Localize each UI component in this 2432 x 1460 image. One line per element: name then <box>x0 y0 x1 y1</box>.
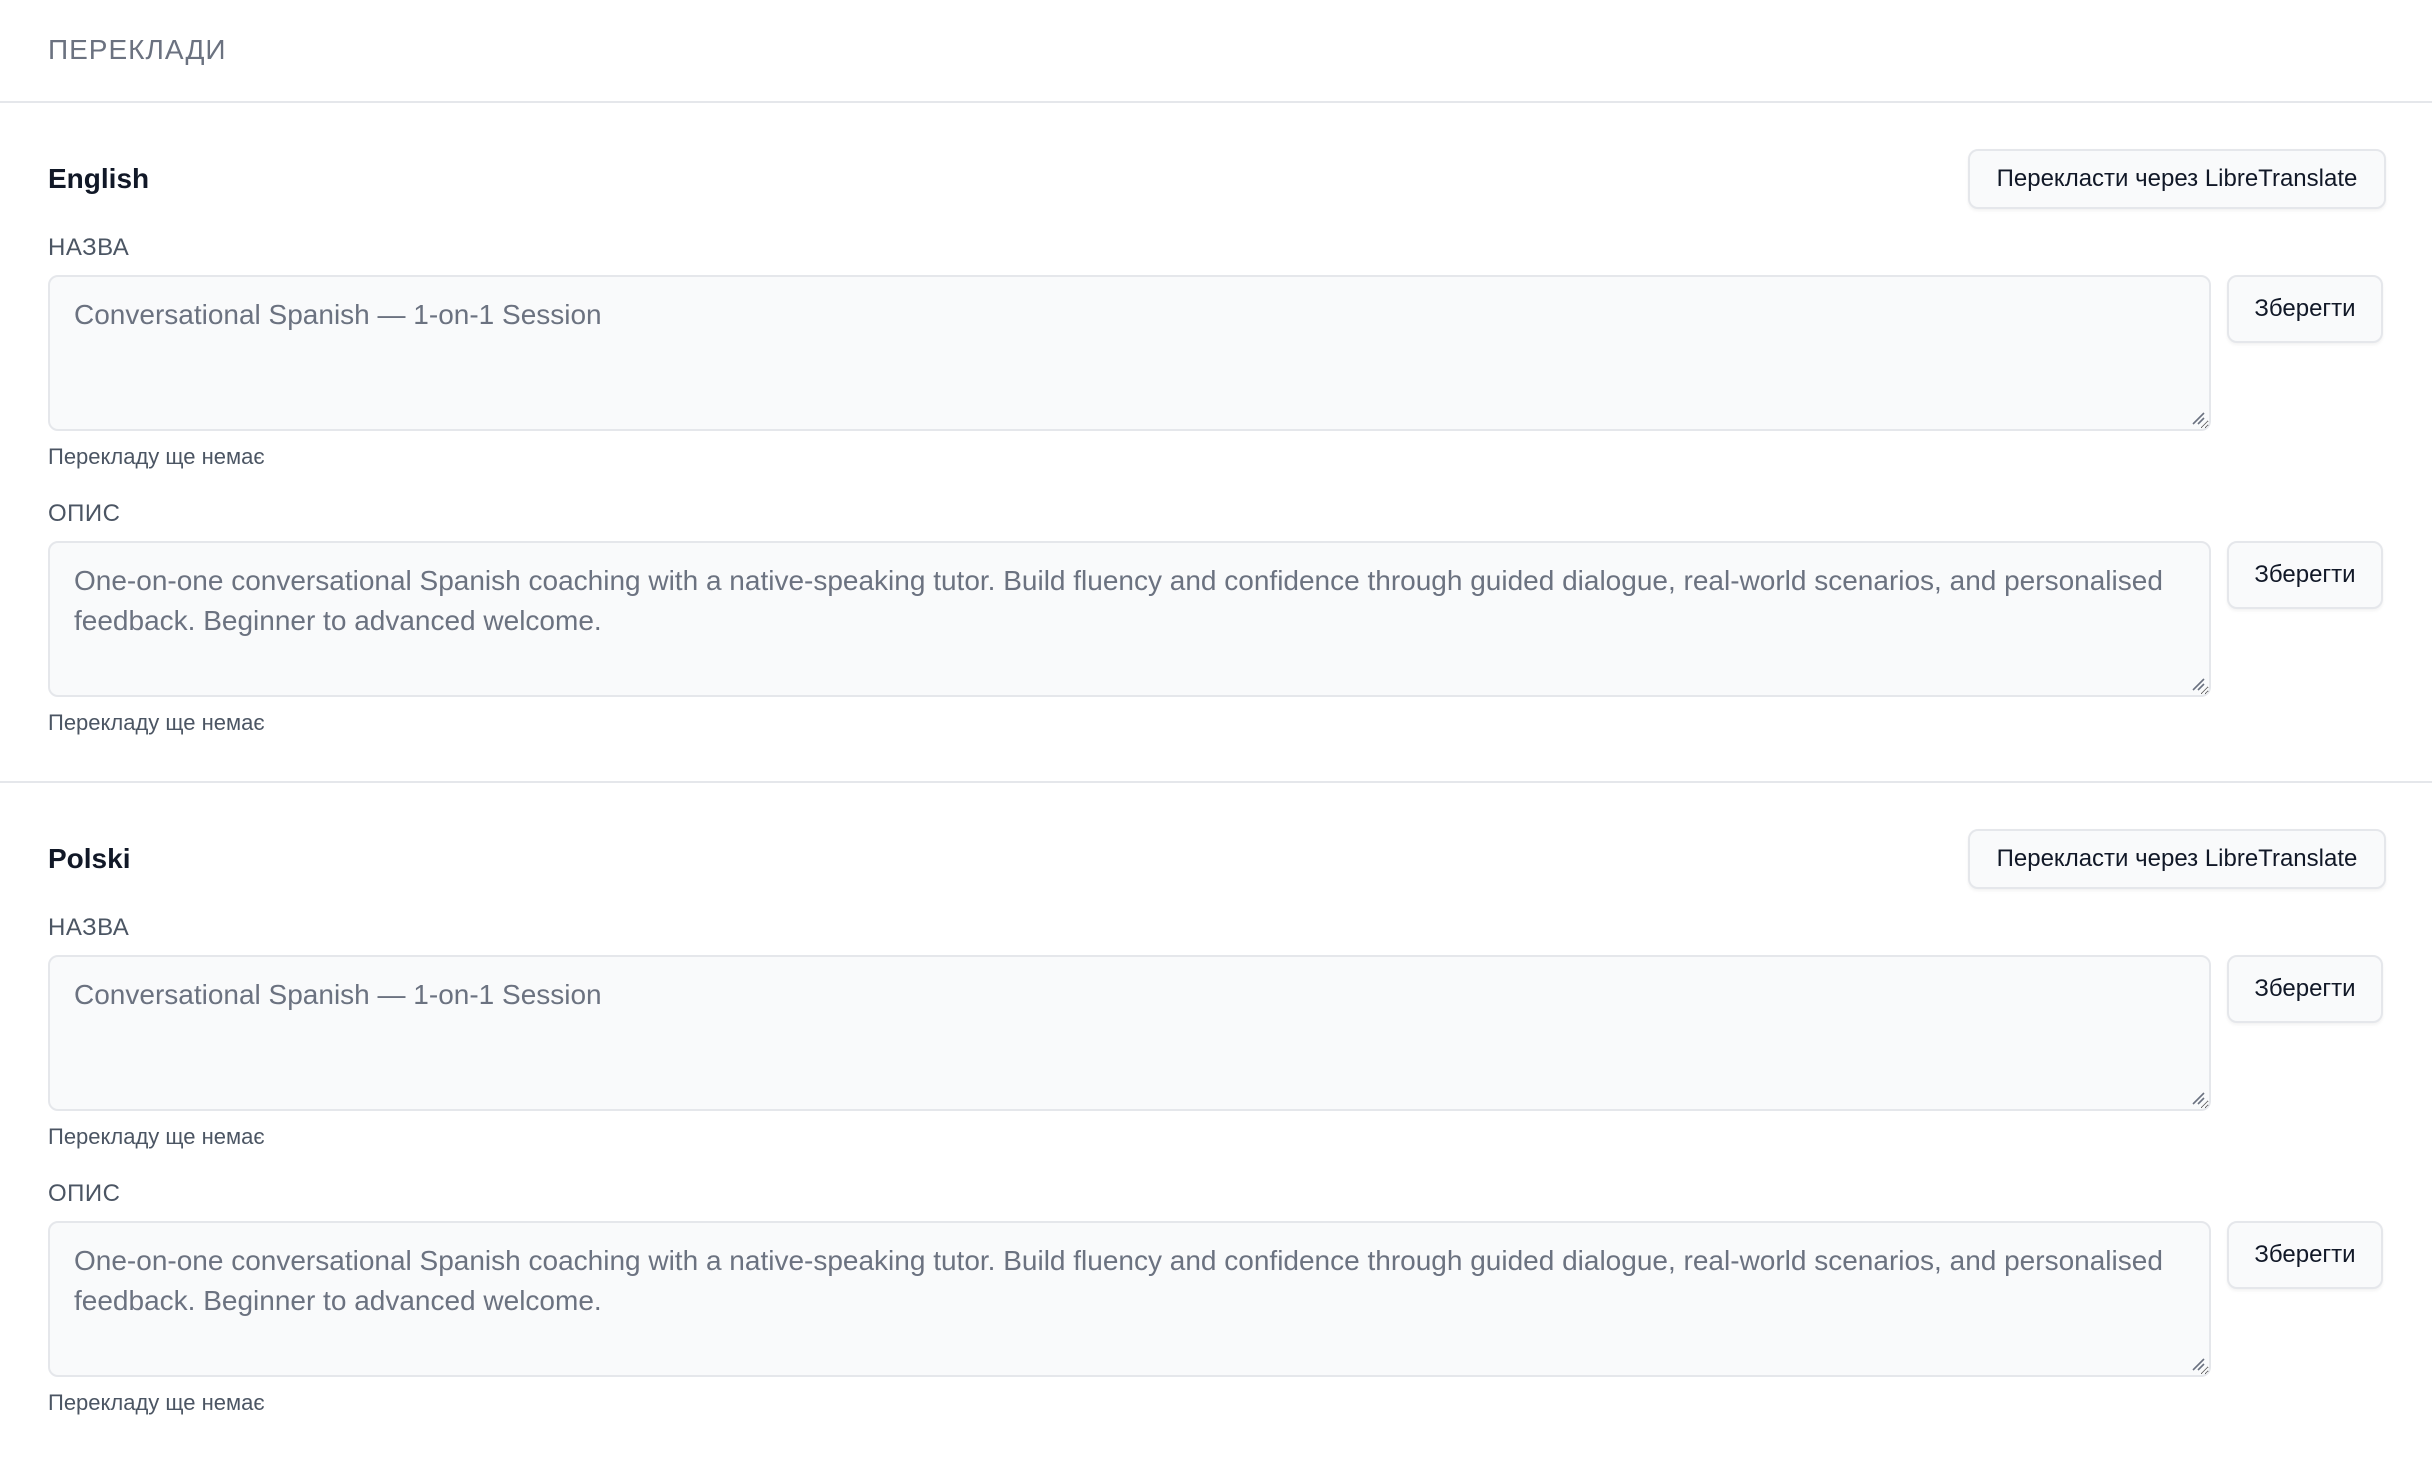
resize-grip-icon[interactable] <box>2191 677 2205 691</box>
page-header: ПЕРЕКЛАДИ <box>0 0 2432 103</box>
field-label: ОПИС <box>48 1180 121 1207</box>
description-textarea[interactable]: One-on-one conversational Spanish coachi… <box>48 1221 2211 1377</box>
description-textarea-value: One-on-one conversational Spanish coachi… <box>74 565 2163 636</box>
field-label: ОПИС <box>48 500 121 527</box>
language-header: English Перекласти через LibreTranslate <box>48 149 2386 209</box>
language-header: Polski Перекласти через LibreTranslate <box>48 829 2386 889</box>
translation-status-note: Перекладу ще немає <box>48 1390 265 1415</box>
field-label: НАЗВА <box>48 914 130 941</box>
field-label: НАЗВА <box>48 234 130 261</box>
save-button[interactable]: Зберегти <box>2227 955 2383 1023</box>
field-title: НАЗВА Conversational Spanish — 1-on-1 Se… <box>48 913 2384 1151</box>
resize-grip-icon[interactable] <box>2191 411 2205 425</box>
language-name: English <box>48 163 150 194</box>
title-textarea-value: Conversational Spanish — 1-on-1 Session <box>74 979 602 1010</box>
language-section-polski: Polski Перекласти через LibreTranslate Н… <box>0 781 2432 1459</box>
page-title: ПЕРЕКЛАДИ <box>48 33 227 65</box>
translate-libretranslate-button[interactable]: Перекласти через LibreTranslate <box>1968 149 2386 209</box>
translate-libretranslate-button[interactable]: Перекласти через LibreTranslate <box>1968 829 2386 889</box>
translation-status-note: Перекладу ще немає <box>48 444 265 469</box>
title-textarea[interactable]: Conversational Spanish — 1-on-1 Session <box>48 275 2211 431</box>
translation-status-note: Перекладу ще немає <box>48 1124 265 1149</box>
title-textarea-value: Conversational Spanish — 1-on-1 Session <box>74 299 602 330</box>
save-button[interactable]: Зберегти <box>2227 541 2383 609</box>
translation-status-note: Перекладу ще немає <box>48 710 265 735</box>
translations-page: ПЕРЕКЛАДИ English Перекласти через Libre… <box>0 0 2432 1460</box>
field-description: ОПИС One-on-one conversational Spanish c… <box>48 1179 2384 1417</box>
save-button[interactable]: Зберегти <box>2227 275 2383 343</box>
save-button[interactable]: Зберегти <box>2227 1221 2383 1289</box>
title-textarea[interactable]: Conversational Spanish — 1-on-1 Session <box>48 955 2211 1111</box>
description-textarea[interactable]: One-on-one conversational Spanish coachi… <box>48 541 2211 697</box>
resize-grip-icon[interactable] <box>2191 1357 2205 1371</box>
field-title: НАЗВА Conversational Spanish — 1-on-1 Se… <box>48 233 2384 471</box>
language-section-english: English Перекласти через LibreTranslate … <box>0 103 2432 781</box>
language-name: Polski <box>48 843 131 874</box>
description-textarea-value: One-on-one conversational Spanish coachi… <box>74 1245 2163 1316</box>
resize-grip-icon[interactable] <box>2191 1091 2205 1105</box>
field-description: ОПИС One-on-one conversational Spanish c… <box>48 499 2384 737</box>
